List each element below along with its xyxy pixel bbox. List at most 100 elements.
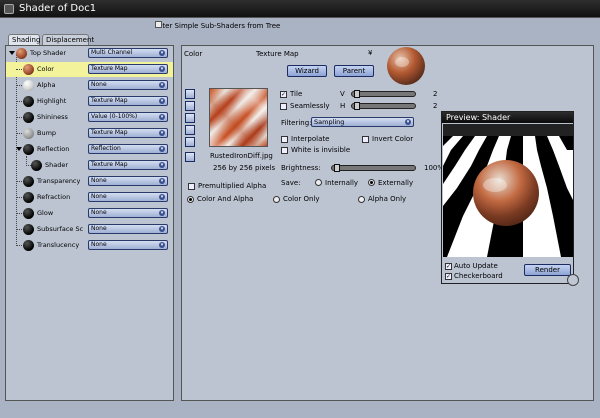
tree-dropdown[interactable]: None ▾ — [88, 240, 168, 250]
chevron-down-icon: ▾ — [159, 178, 165, 184]
color-and-alpha-radio[interactable] — [187, 196, 194, 203]
tree-dropdown[interactable]: Texture Map ▾ — [88, 96, 168, 106]
tree-branch — [16, 181, 22, 182]
premultiplied-alpha-label: Premultiplied Alpha — [198, 182, 267, 190]
v-slider[interactable] — [351, 90, 416, 98]
slider-knob[interactable] — [354, 102, 360, 110]
tree-row-transparency[interactable]: Transparency None ▾ — [6, 174, 173, 189]
brightness-label: Brightness: — [281, 164, 321, 172]
tree-label: Bump — [37, 129, 57, 137]
preview-render — [443, 124, 573, 257]
chevron-down-icon[interactable]: ¥ — [368, 49, 372, 57]
edit-icon[interactable] — [185, 101, 195, 111]
tree-label: Glow — [37, 209, 54, 217]
tree-row-alpha[interactable]: Alpha None ▾ — [6, 78, 173, 93]
alpha-only-radio[interactable] — [358, 196, 365, 203]
tree-dropdown[interactable]: Texture Map ▾ — [88, 64, 168, 74]
tree-dropdown[interactable]: None ▾ — [88, 224, 168, 234]
texture-file-name: RustedIronDiff.jpg — [210, 152, 273, 160]
arrow-up-icon[interactable] — [185, 152, 195, 162]
tree-label: Refraction — [37, 193, 71, 201]
tree-row-refraction[interactable]: Refraction None ▾ — [6, 190, 173, 205]
tile-checkbox[interactable]: ✓ — [280, 91, 287, 98]
tree-dropdown[interactable]: Value (0-100%) ▾ — [88, 112, 168, 122]
swatch-refraction — [23, 192, 34, 203]
slider-knob[interactable] — [354, 90, 360, 98]
tree-row-reflection[interactable]: Reflection Reflection ▾ — [6, 142, 173, 157]
window-title: Shader of Doc1 — [19, 3, 97, 14]
filtering-dropdown[interactable]: Sampling ▾ — [311, 117, 414, 127]
tree-label: Transparency — [37, 177, 81, 185]
tree-row-subsurface[interactable]: Subsurface Sc None ▾ — [6, 222, 173, 237]
auto-update-checkbox[interactable]: ✓ — [445, 263, 452, 270]
tree-dropdown[interactable]: Multi Channel ▾ — [88, 48, 168, 58]
tree-dropdown[interactable]: None ▾ — [88, 176, 168, 186]
tree-dropdown[interactable]: None ▾ — [88, 80, 168, 90]
save-internally-radio[interactable] — [315, 179, 322, 186]
tab-displacement[interactable]: Displacement — [42, 34, 94, 45]
swatch-shader — [31, 160, 42, 171]
checkerboard-checkbox[interactable]: ✓ — [445, 273, 452, 280]
open-file-icon[interactable] — [185, 89, 195, 99]
tree-row-shininess[interactable]: Shininess Value (0-100%) ▾ — [6, 110, 173, 125]
tree-dropdown[interactable]: Texture Map ▾ — [88, 128, 168, 138]
chevron-down-icon: ▾ — [159, 226, 165, 232]
tree-row-glow[interactable]: Glow None ▾ — [6, 206, 173, 221]
tree-dropdown[interactable]: Texture Map ▾ — [88, 160, 168, 170]
premultiplied-alpha-checkbox[interactable] — [188, 183, 195, 190]
brightness-slider[interactable] — [331, 164, 416, 172]
chevron-down-icon: ▾ — [159, 242, 165, 248]
tree-row-translucency[interactable]: Translucency None ▾ — [6, 238, 173, 253]
expand-icon[interactable] — [9, 51, 15, 55]
chevron-down-icon: ▾ — [405, 119, 411, 125]
tree-row-color[interactable]: Color Texture Map ▾ — [6, 62, 173, 77]
flip-vertical-icon[interactable] — [185, 113, 195, 123]
seamlessly-checkbox[interactable] — [280, 103, 287, 110]
filter-checkbox[interactable] — [155, 21, 162, 28]
tree-row-shader[interactable]: Shader Texture Map ▾ — [6, 158, 173, 173]
swatch-transparency — [23, 176, 34, 187]
preview-sphere — [473, 160, 539, 226]
swatch-bump — [23, 128, 34, 139]
chevron-down-icon: ▾ — [159, 194, 165, 200]
filter-checkbox-row[interactable]: Filter Simple Sub-Shaders from Tree — [155, 21, 280, 31]
preview-background — [443, 124, 573, 136]
chevron-down-icon: ▾ — [159, 146, 165, 152]
expand-icon[interactable] — [16, 147, 22, 151]
rotate-icon[interactable] — [185, 137, 195, 147]
tile-label: Tile — [290, 90, 303, 98]
tree-row-top-shader[interactable]: Top Shader Multi Channel ▾ — [6, 46, 173, 61]
tree-branch — [16, 117, 22, 118]
texture-thumbnail[interactable] — [209, 88, 268, 147]
white-invisible-checkbox[interactable] — [281, 147, 288, 154]
save-externally-radio[interactable] — [368, 179, 375, 186]
swatch-reflection — [23, 144, 34, 155]
chevron-down-icon: ▾ — [159, 162, 165, 168]
wizard-button[interactable]: Wizard — [287, 65, 327, 77]
render-button[interactable]: Render — [524, 264, 571, 276]
invert-color-checkbox[interactable] — [362, 136, 369, 143]
tree-row-bump[interactable]: Bump Texture Map ▾ — [6, 126, 173, 141]
slider-knob[interactable] — [334, 164, 340, 172]
window-close-icon[interactable] — [4, 4, 14, 14]
tree-branch — [16, 229, 22, 230]
resize-handle-icon[interactable] — [567, 274, 579, 286]
tree-dropdown[interactable]: None ▾ — [88, 192, 168, 202]
interpolate-checkbox[interactable] — [281, 136, 288, 143]
chevron-down-icon: ▾ — [159, 66, 165, 72]
interpolate-label: Interpolate — [291, 135, 330, 143]
parent-button[interactable]: Parent — [334, 65, 374, 77]
tree-dropdown[interactable]: None ▾ — [88, 208, 168, 218]
alpha-only-label: Alpha Only — [368, 195, 407, 203]
white-invisible-label: White is invisible — [291, 146, 351, 154]
tab-shading[interactable]: Shading — [8, 34, 40, 45]
color-only-radio[interactable] — [273, 196, 280, 203]
type-label: Texture Map — [256, 50, 299, 58]
h-slider[interactable] — [351, 102, 416, 110]
flip-horizontal-icon[interactable] — [185, 125, 195, 135]
color-only-label: Color Only — [283, 195, 320, 203]
checkerboard-label: Checkerboard — [454, 272, 503, 280]
tree-dropdown[interactable]: Reflection ▾ — [88, 144, 168, 154]
tree-row-highlight[interactable]: Highlight Texture Map ▾ — [6, 94, 173, 109]
chevron-down-icon: ▾ — [159, 210, 165, 216]
